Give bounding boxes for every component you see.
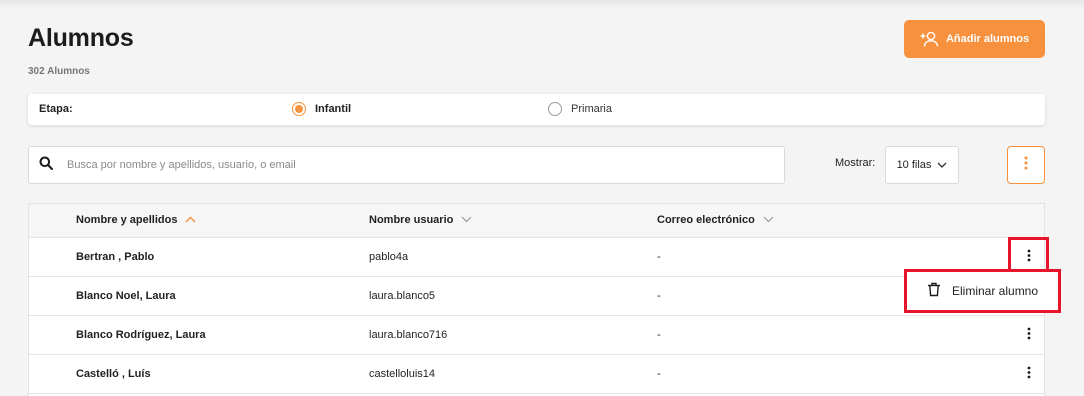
delete-student-menu-item[interactable]: Eliminar alumno [907,272,1058,310]
chevron-down-icon [763,214,774,226]
radio-infantil-label: Infantil [315,103,352,115]
student-email: - [657,329,661,341]
row-actions-menu: Eliminar alumno [904,269,1061,313]
search-input[interactable] [67,159,757,171]
search-icon [39,156,53,175]
rows-per-page-label: Mostrar: [835,157,876,169]
trash-icon [927,282,941,300]
student-username: pablo4a [369,251,409,263]
column-header-label: Nombre usuario [369,214,454,226]
table-row: Blanco Rodríguez, Laura laura.blanco716 … [29,316,1044,355]
student-email: - [657,290,661,302]
vertical-dots-icon [1027,327,1031,343]
top-shadow [0,0,1084,8]
student-username: laura.blanco5 [369,290,436,302]
page-title: Alumnos [28,24,134,52]
student-name: Blanco Rodríguez, Laura [76,329,206,341]
add-students-button[interactable]: Añadir alumnos [904,20,1045,58]
stage-filter: Etapa: Infantil Primaria [28,94,1045,125]
chevron-down-icon [461,214,472,226]
table-header: Nombre y apellidos Nombre usuario Correo… [29,204,1044,238]
table-row: Castelló , Luís castelloluis14 - [29,355,1044,394]
rows-per-page-select[interactable]: 10 filas [885,146,959,184]
search-box[interactable] [28,146,785,184]
column-header-username[interactable]: Nombre usuario [369,214,472,226]
student-name: Castelló , Luís [76,368,151,380]
add-user-icon [920,30,940,48]
row-actions-button[interactable] [1019,247,1039,267]
radio-primaria-label: Primaria [571,103,612,115]
radio-button-checked[interactable] [292,102,306,116]
vertical-dots-icon [1027,249,1031,265]
table-row: Bertran , Pablo pablo4a - [29,238,1044,277]
row-actions-button[interactable] [1019,364,1039,384]
column-header-email[interactable]: Correo electrónico [657,214,774,226]
radio-button-unchecked[interactable] [548,102,562,116]
radio-primaria[interactable]: Primaria [548,102,612,116]
student-email: - [657,368,661,380]
student-count: 302 Alumnos [28,66,90,77]
column-header-label: Correo electrónico [657,214,755,226]
stage-filter-label: Etapa: [39,103,73,115]
sort-up-icon [185,214,196,226]
vertical-dots-icon [1027,366,1031,382]
student-username: laura.blanco716 [369,329,448,341]
table-row: Blanco Noel, Laura laura.blanco5 - [29,277,1044,316]
column-header-name[interactable]: Nombre y apellidos [76,214,196,226]
vertical-dots-icon [1024,156,1028,175]
student-name: Blanco Noel, Laura [76,290,176,302]
add-students-label: Añadir alumnos [945,33,1030,45]
column-header-label: Nombre y apellidos [76,214,178,226]
delete-student-label: Eliminar alumno [952,284,1039,298]
rows-per-page-value: 10 filas [896,159,932,171]
more-options-button[interactable] [1007,146,1045,184]
student-username: castelloluis14 [369,368,436,380]
radio-infantil[interactable]: Infantil [292,102,351,116]
student-name: Bertran , Pablo [76,251,155,263]
students-table: Nombre y apellidos Nombre usuario Correo… [28,203,1045,396]
student-email: - [657,251,661,263]
chevron-down-icon [937,159,947,171]
row-actions-button[interactable] [1019,325,1039,345]
